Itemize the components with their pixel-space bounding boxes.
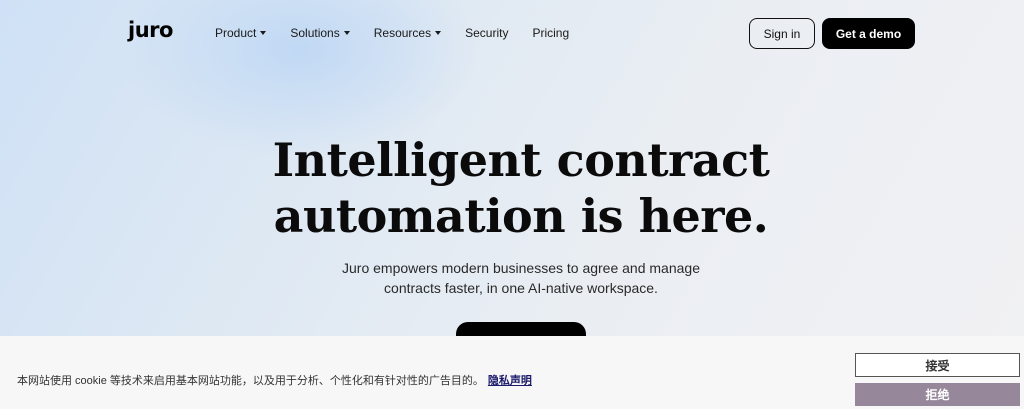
nav-item-product[interactable]: Product — [215, 26, 267, 40]
privacy-notice-link[interactable]: 隐私声明 — [488, 375, 532, 387]
nav-item-pricing[interactable]: Pricing — [532, 26, 569, 40]
nav-item-label: Security — [465, 26, 509, 40]
nav-item-label: Resources — [373, 26, 432, 40]
juro-logo[interactable]: juro — [128, 18, 173, 42]
caret-down-icon — [435, 31, 442, 35]
cookie-notice: 本网站使用 cookie 等技术来启用基本网站功能，以及用于分析、个性化和有针对… — [17, 372, 532, 388]
nav-item-solutions[interactable]: Solutions — [290, 26, 350, 40]
reject-cookies-button[interactable]: 拒绝 — [855, 383, 1020, 406]
hero-title-line: Intelligent contract — [272, 133, 770, 187]
hero-subtitle-line: Juro empowers modern businesses to agree… — [342, 260, 700, 276]
top-navigation: juro Product Solutions Resources Securit… — [0, 0, 1024, 68]
caret-down-icon — [260, 31, 267, 35]
accept-cookies-button[interactable]: 接受 — [855, 353, 1020, 377]
cookie-notice-text: 本网站使用 cookie 等技术来启用基本网站功能，以及用于分析、个性化和有针对… — [17, 375, 484, 387]
cookie-consent-banner: 本网站使用 cookie 等技术来启用基本网站功能，以及用于分析、个性化和有针对… — [0, 336, 1024, 409]
nav-item-resources[interactable]: Resources — [373, 26, 442, 40]
sign-in-button[interactable]: Sign in — [749, 18, 815, 49]
main-menu: Product Solutions Resources Security Pri… — [215, 26, 593, 40]
nav-item-security[interactable]: Security — [465, 26, 508, 40]
get-a-demo-button[interactable]: Get a demo — [822, 18, 915, 49]
hero-subtitle-line: contracts faster, in one AI-native works… — [384, 280, 658, 296]
nav-item-label: Solutions — [290, 26, 340, 40]
hero-title-line: automation is here. — [273, 189, 769, 243]
nav-item-label: Product — [215, 26, 257, 40]
hero-subtitle: Juro empowers modern businesses to agree… — [0, 258, 1024, 298]
caret-down-icon — [343, 31, 350, 35]
nav-item-label: Pricing — [532, 26, 570, 40]
hero-title: Intelligent contract automation is here. — [0, 132, 1024, 244]
